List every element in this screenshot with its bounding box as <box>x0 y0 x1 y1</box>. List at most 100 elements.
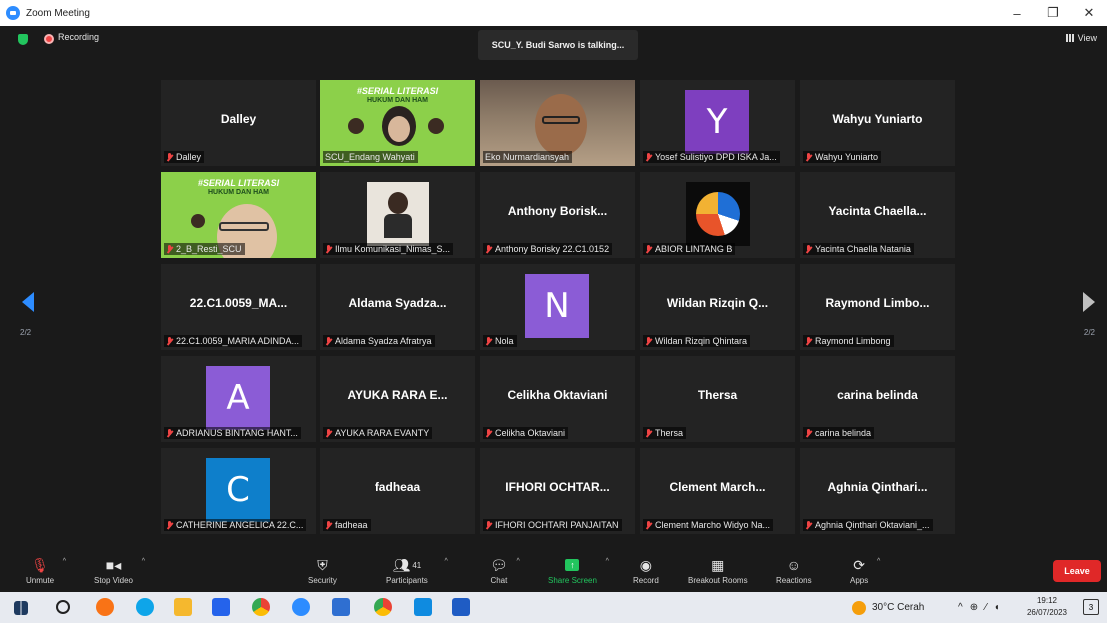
participant-label: CATHERINE ANGELICA 22.C... <box>164 519 307 531</box>
calendar-icon[interactable] <box>332 598 350 616</box>
participant-tile[interactable]: Eko Nurmardiansyah <box>480 80 635 166</box>
participant-label: Aldama Syadza Afratrya <box>323 335 435 347</box>
notification-center-button[interactable]: 3 <box>1083 599 1099 615</box>
participant-tile[interactable]: #SERIAL LITERASI HUKUM DAN HAM 2_B_Resti_… <box>161 172 316 258</box>
participant-label: Anthony Borisky 22.C1.0152 <box>483 243 613 255</box>
page-indicator-left: 2/2 <box>20 328 32 337</box>
view-button[interactable]: View <box>1065 33 1097 43</box>
participant-tile[interactable]: Yacinta Chaella... Yacinta Chaella Natan… <box>800 172 955 258</box>
reactions-button[interactable]: ☺ Reactions <box>776 554 812 585</box>
security-button[interactable]: ⛨ Security <box>308 554 337 586</box>
windows-start-icon[interactable] <box>14 601 28 615</box>
photos-icon[interactable] <box>414 598 432 616</box>
participants-button[interactable]: 👥︎ 41 ^ Participants <box>386 554 448 586</box>
apps-button[interactable]: ⟳ ^ Apps <box>850 554 880 586</box>
chrome-icon[interactable] <box>252 598 270 616</box>
participant-label: Wahyu Yuniarto <box>803 151 882 163</box>
participant-tile[interactable]: AYUKA RARA E... AYUKA RARA EVANTY <box>320 356 475 442</box>
participant-avatar: Y <box>685 90 749 154</box>
leave-button[interactable]: Leave <box>1053 560 1101 582</box>
video-face <box>388 192 408 214</box>
security-shield-icon[interactable] <box>18 34 28 45</box>
participant-tile[interactable]: Celikha Oktaviani Celikha Oktaviani <box>480 356 635 442</box>
participant-tile[interactable]: ABIOR LINTANG B <box>640 172 795 258</box>
chevron-up-icon[interactable]: ^ <box>142 558 145 565</box>
breakout-rooms-button[interactable]: ▦ Breakout Rooms <box>688 554 748 586</box>
search-icon[interactable] <box>56 600 70 614</box>
participant-name: Wahyu Yuniarto <box>832 112 923 126</box>
participant-tile[interactable]: Wahyu Yuniarto Wahyu Yuniarto <box>800 80 955 166</box>
video-thumbnail <box>191 214 205 228</box>
pen-icon[interactable]: ⁄ <box>985 602 987 613</box>
participant-tile[interactable]: Y Yosef Sulistiyo DPD ISKA Ja... <box>640 80 795 166</box>
participant-tile[interactable]: IFHORI OCHTAR... IFHORI OCHTARI PANJAITA… <box>480 448 635 534</box>
participant-tile[interactable]: Thersa Thersa <box>640 356 795 442</box>
participant-tile[interactable]: #SERIAL LITERASI HUKUM DAN HAM SCU_Endang… <box>320 80 475 166</box>
participant-tile[interactable]: Raymond Limbo... Raymond Limbong <box>800 264 955 350</box>
mic-muted-icon <box>325 428 332 438</box>
maximize-button[interactable]: ❐ <box>1035 0 1071 26</box>
chevron-up-icon[interactable]: ^ <box>958 602 963 613</box>
apps-icon: ⟳ <box>853 556 865 573</box>
participant-tile[interactable]: Aldama Syadza... Aldama Syadza Afratrya <box>320 264 475 350</box>
mic-muted-icon <box>166 152 173 162</box>
volume-icon[interactable]: ◖ <box>994 602 1000 613</box>
participant-tile[interactable]: Aghnia Qinthari... Aghnia Qinthari Oktav… <box>800 448 955 534</box>
network-icon[interactable]: ⊕ <box>970 602 978 613</box>
chevron-up-icon[interactable]: ^ <box>606 558 609 565</box>
share-screen-button[interactable]: ↑ ^ Share Screen <box>548 554 609 585</box>
recording-label: Recording <box>58 32 100 42</box>
chevron-up-icon[interactable]: ^ <box>445 558 448 565</box>
weather-icon <box>852 600 866 615</box>
mic-muted-icon <box>645 152 652 162</box>
profile-logo-icon <box>696 192 740 236</box>
firefox-icon[interactable] <box>96 598 114 616</box>
taskbar-clock[interactable]: 19:12 26/07/2023 <box>1027 595 1067 619</box>
participant-tile[interactable]: Wildan Rizqin Q... Wildan Rizqin Qhintar… <box>640 264 795 350</box>
video-thumbnail <box>428 118 444 134</box>
participant-tile[interactable]: Clement March... Clement Marcho Widyo Na… <box>640 448 795 534</box>
chevron-up-icon[interactable]: ^ <box>516 558 519 565</box>
zoom-icon[interactable] <box>292 598 310 616</box>
participant-tile[interactable]: Dalley Dalley <box>161 80 316 166</box>
stop-video-button[interactable]: ■◂ ^ Stop Video <box>94 554 145 586</box>
video-thumbnail <box>348 118 364 134</box>
next-page-arrow-icon[interactable] <box>1083 292 1095 312</box>
minimize-button[interactable]: – <box>999 0 1035 26</box>
participant-tile[interactable]: Ilmu Komunikasi_Nimas_S... <box>320 172 475 258</box>
participant-tile[interactable]: A ADRIANUS BINTANG HANT... <box>161 356 316 442</box>
previous-page-arrow-icon[interactable] <box>22 292 34 312</box>
chevron-up-icon[interactable]: ^ <box>63 558 66 565</box>
mic-muted-icon <box>166 336 173 346</box>
mic-muted-icon <box>485 336 492 346</box>
window-titlebar: Zoom Meeting – ❐ ✕ <box>0 0 1107 26</box>
video-banner: #SERIAL LITERASI HUKUM DAN HAM <box>197 178 280 196</box>
participant-tile[interactable]: C CATHERINE ANGELICA 22.C... <box>161 448 316 534</box>
chrome-icon[interactable] <box>374 598 392 616</box>
participant-tile[interactable]: carina belinda carina belinda <box>800 356 955 442</box>
edge-icon[interactable] <box>136 598 154 616</box>
participant-tile[interactable]: N Nola <box>480 264 635 350</box>
participant-tile[interactable]: fadheaa fadheaa <box>320 448 475 534</box>
file-explorer-icon[interactable] <box>174 598 192 616</box>
word-icon[interactable] <box>452 598 470 616</box>
close-button[interactable]: ✕ <box>1071 0 1107 26</box>
participant-name: Raymond Limbo... <box>825 296 930 310</box>
participant-tile[interactable]: 22.C1.0059_MA... 22.C1.0059_MARIA ADINDA… <box>161 264 316 350</box>
weather-widget[interactable]: 30°C Cerah <box>852 592 924 623</box>
unmute-button[interactable]: 🎙︎ ^ Unmute <box>26 554 66 586</box>
participants-count: 41 <box>412 560 422 570</box>
chat-icon: 💬︎ <box>490 556 508 573</box>
chevron-up-icon[interactable]: ^ <box>877 558 880 565</box>
reactions-icon: ☺ <box>786 557 801 573</box>
participant-label: ADRIANUS BINTANG HANT... <box>164 427 301 439</box>
record-button[interactable]: ◉ Record <box>633 554 659 586</box>
mail-icon[interactable] <box>212 598 230 616</box>
participant-label: Wildan Rizqin Qhintara <box>643 335 751 347</box>
participant-name: Aghnia Qinthari... <box>827 480 928 494</box>
clock-time: 19:12 <box>1036 596 1057 605</box>
meeting-toolbar: 🎙︎ ^ Unmute ■◂ ^ Stop Video ⛨ Security 👥… <box>0 552 1107 592</box>
participant-tile[interactable]: Anthony Borisk... Anthony Borisky 22.C1.… <box>480 172 635 258</box>
participant-label: 2_B_Resti_SCU <box>164 243 245 255</box>
chat-button[interactable]: 💬︎ ^ Chat <box>490 554 520 586</box>
